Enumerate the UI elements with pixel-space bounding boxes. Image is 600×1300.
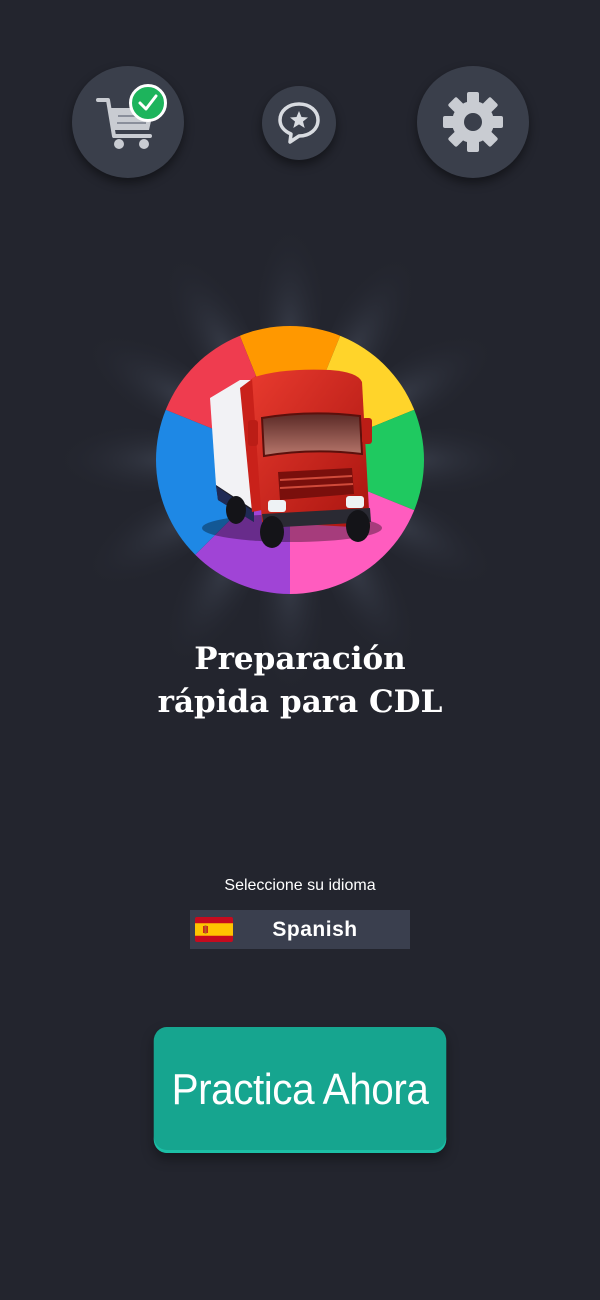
checkmark-icon (138, 94, 158, 111)
red-truck-icon (202, 369, 382, 548)
review-button[interactable] (262, 86, 336, 160)
language-prompt: Seleccione su idioma (224, 877, 376, 894)
app-logo (50, 220, 530, 700)
purchased-badge (129, 84, 167, 122)
practice-now-button[interactable]: Practica Ahora (153, 1027, 447, 1153)
gear-icon (443, 92, 503, 152)
app-title: Preparación rápida para CDL (157, 641, 443, 720)
spain-flag-icon (195, 917, 233, 942)
settings-button[interactable] (417, 66, 529, 178)
star-speech-bubble-icon (278, 102, 320, 144)
selected-language: Spanish (272, 918, 358, 941)
language-selector[interactable]: Spanish (190, 910, 410, 949)
cart-button[interactable] (72, 66, 184, 178)
